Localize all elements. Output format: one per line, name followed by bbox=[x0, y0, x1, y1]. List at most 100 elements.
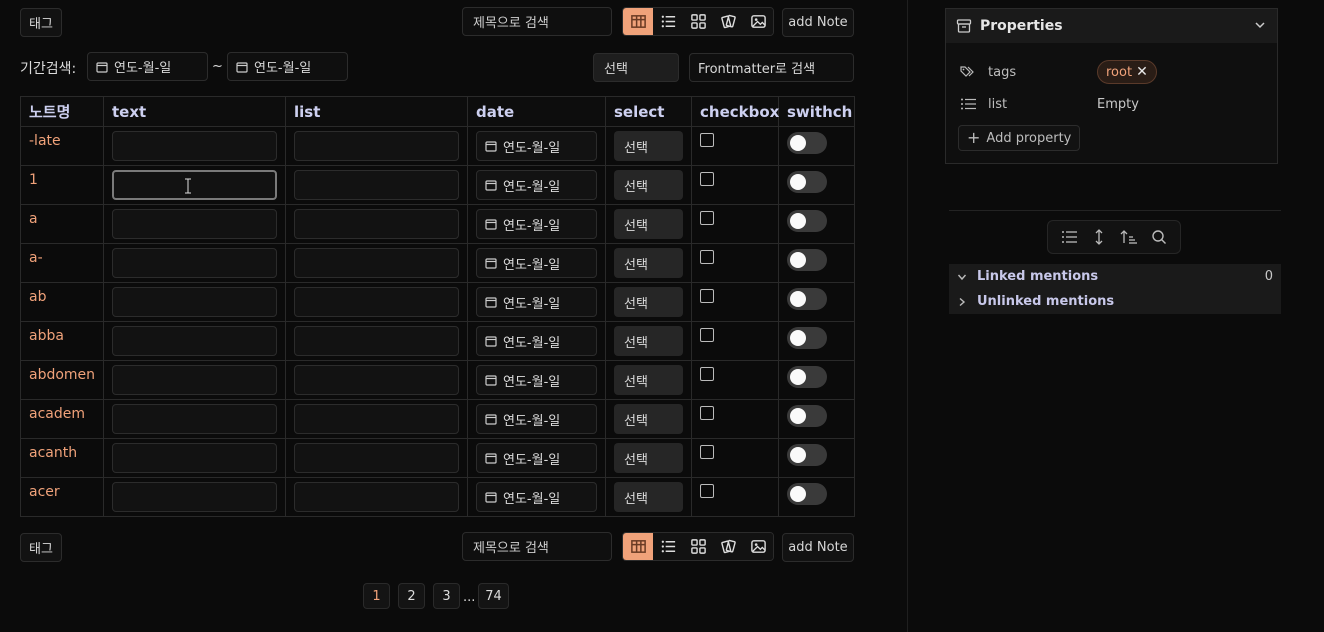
note-name-link[interactable]: a bbox=[29, 211, 38, 227]
cards-view-button[interactable] bbox=[713, 533, 743, 560]
text-input[interactable] bbox=[112, 326, 277, 356]
row-toggle[interactable] bbox=[787, 288, 827, 310]
select-dropdown[interactable]: 선택 bbox=[614, 404, 683, 434]
tag-pill-root[interactable]: root ✕ bbox=[1097, 60, 1157, 84]
list-input[interactable] bbox=[294, 131, 459, 161]
select-dropdown[interactable]: 선택 bbox=[614, 326, 683, 356]
page-button-1[interactable]: 1 bbox=[363, 583, 390, 609]
row-checkbox[interactable] bbox=[700, 406, 714, 420]
gallery-view-button[interactable] bbox=[743, 8, 773, 35]
note-name-link[interactable]: a- bbox=[29, 250, 43, 266]
row-toggle[interactable] bbox=[787, 210, 827, 232]
search-icon[interactable] bbox=[1151, 229, 1167, 245]
text-input[interactable] bbox=[112, 209, 277, 239]
row-toggle[interactable] bbox=[787, 366, 827, 388]
list-input[interactable] bbox=[294, 209, 459, 239]
row-toggle[interactable] bbox=[787, 327, 827, 349]
list-input[interactable] bbox=[294, 404, 459, 434]
row-checkbox[interactable] bbox=[700, 133, 714, 147]
frontmatter-search-input[interactable]: Frontmatter로 검색 bbox=[689, 53, 854, 82]
note-name-link[interactable]: acer bbox=[29, 484, 60, 500]
note-name-link[interactable]: abdomen bbox=[29, 367, 95, 383]
date-input[interactable]: 연도-월-일 bbox=[476, 209, 597, 239]
select-dropdown[interactable]: 선택 bbox=[614, 170, 683, 200]
table-view-button[interactable] bbox=[623, 533, 653, 560]
gallery-view-button[interactable] bbox=[743, 533, 773, 560]
date-input[interactable]: 연도-월-일 bbox=[476, 443, 597, 473]
properties-header[interactable]: Properties bbox=[946, 9, 1277, 43]
collapse-results-icon[interactable] bbox=[1061, 229, 1079, 245]
note-name-cell[interactable]: ab bbox=[20, 282, 104, 322]
text-input[interactable] bbox=[112, 170, 277, 200]
select-dropdown[interactable]: 선택 bbox=[614, 209, 683, 239]
note-name-cell[interactable]: 1 bbox=[20, 165, 104, 205]
date-input[interactable]: 연도-월-일 bbox=[476, 365, 597, 395]
text-input[interactable] bbox=[112, 482, 277, 512]
select-dropdown[interactable]: 선택 bbox=[614, 443, 683, 473]
text-input[interactable] bbox=[112, 131, 277, 161]
grid-view-button[interactable] bbox=[683, 8, 713, 35]
unlinked-mentions-header[interactable]: Unlinked mentions bbox=[949, 289, 1281, 314]
list-input[interactable] bbox=[294, 170, 459, 200]
page-button-2[interactable]: 2 bbox=[398, 583, 425, 609]
add-note-button-bottom[interactable]: add Note bbox=[782, 533, 854, 562]
note-name-cell[interactable]: a- bbox=[20, 243, 104, 283]
chevron-down-icon[interactable] bbox=[1253, 18, 1267, 32]
list-view-button[interactable] bbox=[653, 533, 683, 560]
row-checkbox[interactable] bbox=[700, 250, 714, 264]
date-input[interactable]: 연도-월-일 bbox=[476, 248, 597, 278]
text-input[interactable] bbox=[112, 365, 277, 395]
list-input[interactable] bbox=[294, 248, 459, 278]
row-toggle[interactable] bbox=[787, 444, 827, 466]
date-input[interactable]: 연도-월-일 bbox=[476, 482, 597, 512]
column-header-select[interactable]: select bbox=[605, 96, 692, 127]
row-checkbox[interactable] bbox=[700, 211, 714, 225]
cards-view-button[interactable] bbox=[713, 8, 743, 35]
row-checkbox[interactable] bbox=[700, 445, 714, 459]
note-name-cell[interactable]: academ bbox=[20, 399, 104, 439]
text-input[interactable] bbox=[112, 443, 277, 473]
note-name-cell[interactable]: abba bbox=[20, 321, 104, 361]
note-name-cell[interactable]: a bbox=[20, 204, 104, 244]
linked-mentions-header[interactable]: Linked mentions 0 bbox=[949, 264, 1281, 289]
column-header-checkbox[interactable]: checkbox bbox=[691, 96, 779, 127]
frontmatter-key-select[interactable]: 선택 bbox=[593, 53, 679, 82]
title-search-input[interactable]: 제목으로 검색 bbox=[462, 7, 612, 36]
row-checkbox[interactable] bbox=[700, 484, 714, 498]
note-name-link[interactable]: abba bbox=[29, 328, 64, 344]
select-dropdown[interactable]: 선택 bbox=[614, 131, 683, 161]
row-toggle[interactable] bbox=[787, 171, 827, 193]
column-header-date[interactable]: date bbox=[467, 96, 606, 127]
text-input[interactable] bbox=[112, 404, 277, 434]
property-list-key[interactable]: list bbox=[960, 93, 1007, 115]
date-to-input[interactable]: 연도-월-일 bbox=[227, 52, 348, 81]
add-property-button[interactable]: + Add property bbox=[958, 125, 1081, 151]
row-checkbox[interactable] bbox=[700, 367, 714, 381]
column-header-text[interactable]: text bbox=[103, 96, 286, 127]
date-from-input[interactable]: 연도-월-일 bbox=[87, 52, 208, 81]
list-input[interactable] bbox=[294, 365, 459, 395]
select-dropdown[interactable]: 선택 bbox=[614, 248, 683, 278]
column-header-note-name[interactable]: 노트명 bbox=[20, 96, 104, 127]
row-checkbox[interactable] bbox=[700, 289, 714, 303]
note-name-link[interactable]: acanth bbox=[29, 445, 77, 461]
list-input[interactable] bbox=[294, 326, 459, 356]
expand-context-icon[interactable] bbox=[1092, 228, 1106, 246]
row-toggle[interactable] bbox=[787, 405, 827, 427]
note-name-cell[interactable]: -late bbox=[20, 126, 104, 166]
list-input[interactable] bbox=[294, 443, 459, 473]
sort-icon[interactable] bbox=[1120, 229, 1138, 245]
column-header-switch[interactable]: swithch bbox=[778, 96, 855, 127]
list-input[interactable] bbox=[294, 482, 459, 512]
row-toggle[interactable] bbox=[787, 483, 827, 505]
row-toggle[interactable] bbox=[787, 132, 827, 154]
note-name-link[interactable]: 1 bbox=[29, 172, 38, 188]
date-input[interactable]: 연도-월-일 bbox=[476, 404, 597, 434]
select-dropdown[interactable]: 선택 bbox=[614, 365, 683, 395]
row-checkbox[interactable] bbox=[700, 328, 714, 342]
select-dropdown[interactable]: 선택 bbox=[614, 482, 683, 512]
date-input[interactable]: 연도-월-일 bbox=[476, 131, 597, 161]
note-name-cell[interactable]: acanth bbox=[20, 438, 104, 478]
text-input[interactable] bbox=[112, 248, 277, 278]
note-name-cell[interactable]: acer bbox=[20, 477, 104, 517]
